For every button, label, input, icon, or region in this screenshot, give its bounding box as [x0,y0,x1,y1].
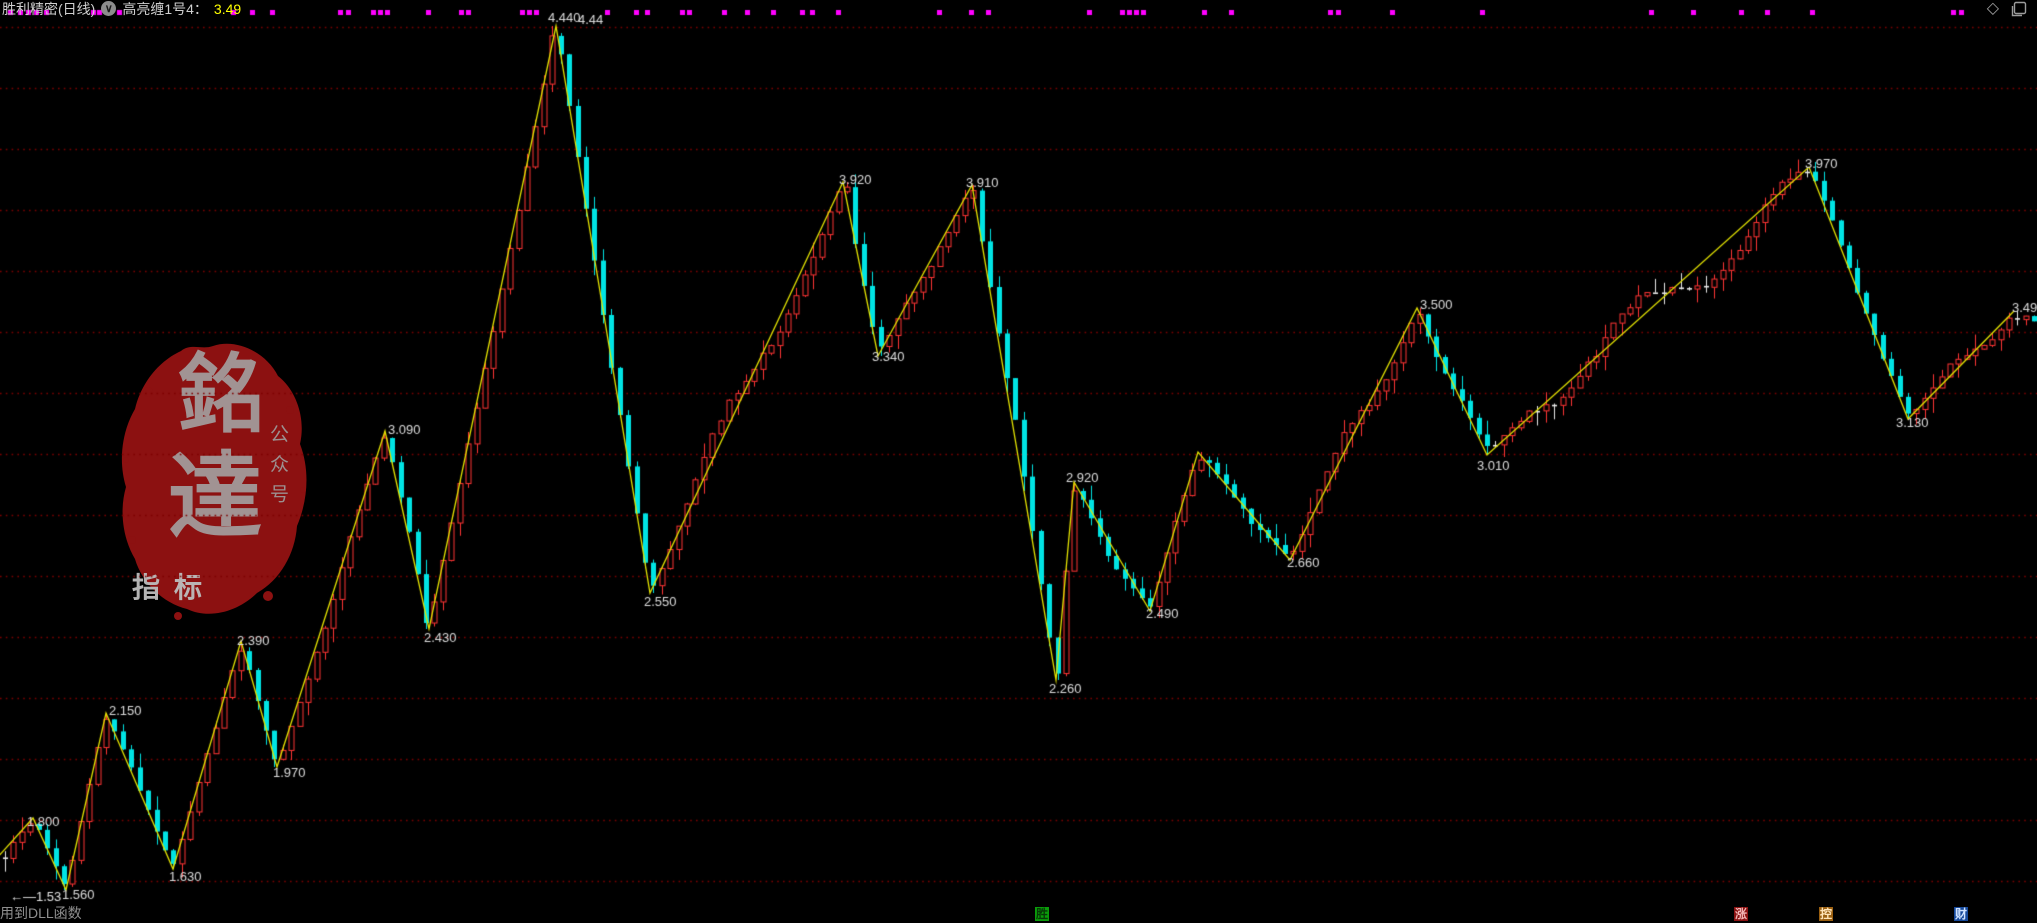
candlestick-chart[interactable] [0,0,2037,922]
badge-rise[interactable]: 涨 [1734,907,1748,921]
dll-note: 用到DLL函数 [0,903,82,923]
badge-control[interactable]: 控 [1819,907,1833,921]
chart-header: 胜利精密(日线) ∨ 高亮缠1号4： 3.49 [2,0,241,17]
stock-title: 胜利精密(日线) [2,0,95,19]
window-icon[interactable] [2011,1,2027,17]
diamond-icon[interactable]: ◇ [1987,0,1999,17]
indicator-label: 高亮缠1号4： [122,0,208,19]
indicator-value: 3.49 [214,1,241,17]
chevron-down-icon[interactable]: ∨ [101,1,116,16]
badge-win[interactable]: 胜 [1035,907,1049,921]
badge-finance[interactable]: 财 [1954,907,1968,921]
corner-toolbar: ◇ [1987,0,2027,17]
